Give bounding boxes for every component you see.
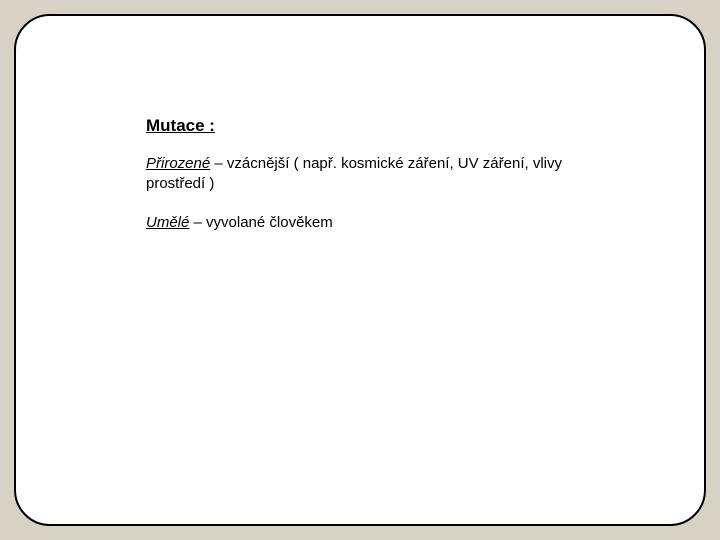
paragraph-natural-lead: Přirozené bbox=[146, 155, 210, 172]
paragraph-artificial: Umělé – vyvolané člověkem bbox=[146, 213, 594, 233]
paragraph-artificial-rest: – vyvolané člověkem bbox=[189, 214, 332, 231]
slide-card: Mutace : Přirozené – vzácnější ( např. k… bbox=[14, 14, 706, 526]
paragraph-artificial-lead: Umělé bbox=[146, 214, 189, 231]
slide-heading: Mutace : bbox=[146, 116, 594, 136]
paragraph-natural: Přirozené – vzácnější ( např. kosmické z… bbox=[146, 154, 594, 195]
